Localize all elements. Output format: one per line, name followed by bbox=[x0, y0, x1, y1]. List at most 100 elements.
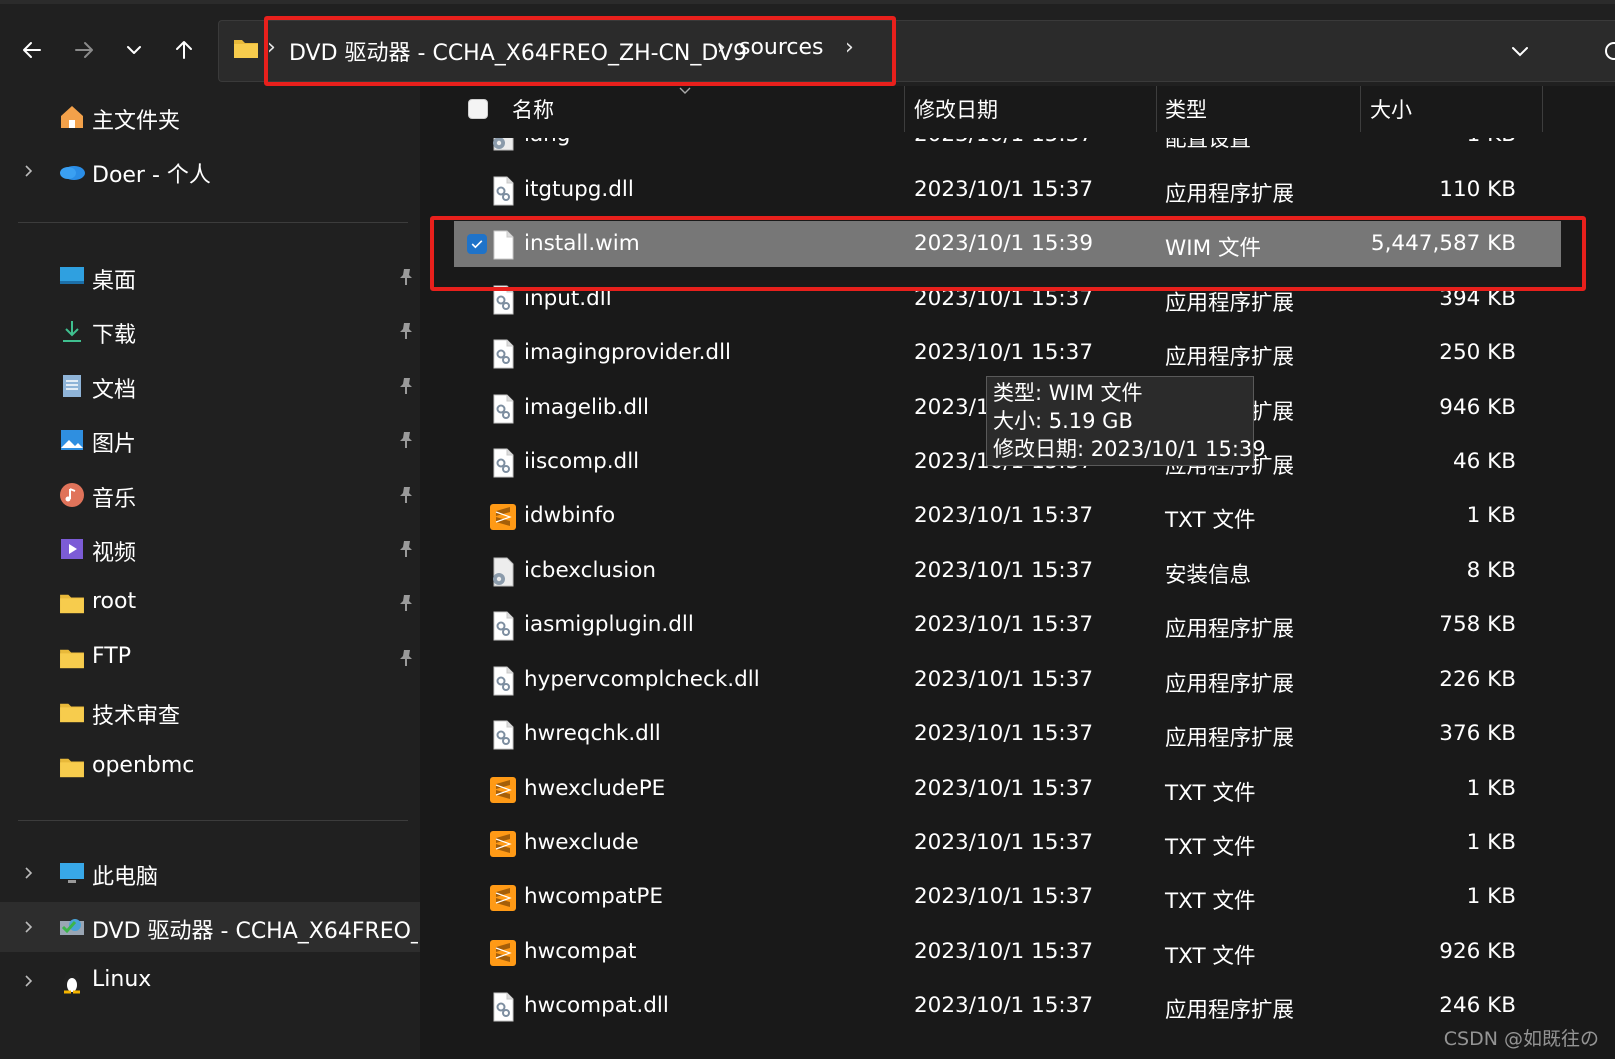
file-row[interactable]: hypervcomplcheck.dll 2023/10/1 15:37 应用程序扩… bbox=[420, 655, 1615, 711]
file-type: 应用程序扩展 bbox=[1165, 672, 1295, 697]
pin-icon[interactable] bbox=[396, 267, 416, 287]
column-header-size[interactable]: 大小 bbox=[1370, 94, 1412, 124]
file-type: 应用程序扩展 bbox=[1165, 998, 1295, 1023]
chevron-right-icon[interactable] bbox=[22, 920, 36, 934]
sidebar-item-dvd-drive[interactable]: DVD 驱动器 - CCHA_X64FREO_ZH-CN_DV9 bbox=[0, 902, 420, 952]
file-modified-date: 2023/10/1 15:37 bbox=[914, 776, 1094, 801]
pin-icon[interactable] bbox=[396, 648, 416, 668]
file-type: TXT 文件 bbox=[1165, 835, 1256, 860]
file-row[interactable]: icbexclusion 2023/10/1 15:37 安装信息 8 KB bbox=[420, 546, 1615, 602]
breadcrumb-dvd-drive[interactable]: DVD 驱动器 - CCHA_X64FREO_ZH-CN_DV9 bbox=[289, 35, 747, 67]
address-bar[interactable]: › DVD 驱动器 - CCHA_X64FREO_ZH-CN_DV9 › sou… bbox=[218, 20, 1615, 82]
sidebar-item-label: 主文件夹 bbox=[92, 109, 181, 134]
pin-icon[interactable] bbox=[396, 539, 416, 559]
column-header-modified[interactable]: 修改日期 bbox=[914, 94, 998, 124]
sidebar-item-quick-access[interactable]: 图片 bbox=[0, 415, 420, 465]
file-type: 应用程序扩展 bbox=[1165, 291, 1295, 316]
file-row-selected[interactable]: install.wim 2023/10/1 15:39 WIM 文件 5,447,58… bbox=[420, 219, 1615, 275]
sidebar-item-quick-access[interactable]: FTP bbox=[0, 633, 420, 683]
pin-icon[interactable] bbox=[396, 376, 416, 396]
arrow-right-icon bbox=[75, 42, 93, 58]
file-modified-date: 2023/10/1 15:37 bbox=[914, 286, 1094, 311]
file-modified-date: 2023/10/1 15:37 bbox=[914, 558, 1094, 583]
file-row[interactable]: itgtupg.dll 2023/10/1 15:37 应用程序扩展 110 KB bbox=[420, 165, 1615, 221]
sidebar-item-label: 下载 bbox=[92, 323, 137, 349]
chevron-right-icon[interactable] bbox=[22, 866, 36, 880]
sidebar-item-quick-access[interactable]: 技术审查 bbox=[0, 687, 420, 737]
sidebar-item-label: 视频 bbox=[92, 541, 137, 566]
pin-icon[interactable] bbox=[396, 485, 416, 505]
file-modified-date: 2023/10/1 15:37 bbox=[914, 939, 1094, 964]
sidebar-item-this-pc[interactable]: 此电脑 bbox=[0, 848, 420, 898]
file-row[interactable]: hwexcludePE 2023/10/1 15:37 TXT 文件 1 KB bbox=[420, 764, 1615, 820]
file-modified-date: 2023/10/1 15:37 bbox=[914, 667, 1094, 692]
file-row[interactable]: hwcompat 2023/10/1 15:37 TXT 文件 926 KB bbox=[420, 927, 1615, 983]
home-icon bbox=[58, 103, 86, 131]
pin-icon[interactable] bbox=[396, 593, 416, 613]
breadcrumb-separator: › bbox=[267, 35, 276, 60]
sidebar-item-quick-access[interactable]: 视频 bbox=[0, 524, 420, 574]
column-divider[interactable] bbox=[1360, 86, 1361, 132]
chevron-right-icon[interactable] bbox=[22, 164, 36, 178]
column-header: 名称 修改日期 类型 大小 bbox=[420, 86, 1615, 138]
sidebar-item-label: 图片 bbox=[92, 432, 137, 458]
forward-button[interactable] bbox=[66, 32, 102, 68]
refresh-icon[interactable] bbox=[1602, 39, 1615, 63]
sublime-text-icon bbox=[490, 829, 516, 859]
file-row[interactable]: iasmigplugin.dll 2023/10/1 15:37 应用程序扩展 758… bbox=[420, 600, 1615, 656]
sidebar-item-label: root bbox=[92, 589, 137, 615]
column-divider[interactable] bbox=[1156, 86, 1157, 132]
chevron-down-icon[interactable] bbox=[1508, 39, 1532, 63]
pin-icon[interactable] bbox=[396, 321, 416, 341]
file-type: TXT 文件 bbox=[1165, 889, 1256, 914]
sidebar-item-linux[interactable]: Linux bbox=[0, 956, 420, 1006]
sublime-text-icon bbox=[490, 775, 516, 805]
recent-locations-button[interactable] bbox=[116, 32, 152, 68]
file-row[interactable]: hwreqchk.dll 2023/10/1 15:37 应用程序扩展 376 KB bbox=[420, 709, 1615, 765]
document-icon bbox=[58, 372, 86, 400]
sidebar-item-quick-access[interactable]: 桌面 bbox=[0, 252, 420, 302]
sidebar-item-home[interactable]: 主文件夹 bbox=[0, 92, 420, 142]
breadcrumb-sources[interactable]: sources bbox=[739, 35, 824, 60]
cloud-icon bbox=[58, 157, 86, 185]
up-button[interactable] bbox=[166, 32, 202, 68]
dll-file-icon bbox=[490, 339, 516, 369]
file-size: 394 KB bbox=[1439, 286, 1516, 311]
file-row[interactable]: hwexclude 2023/10/1 15:37 TXT 文件 1 KB bbox=[420, 818, 1615, 874]
file-modified-date: 2023/10/1 15:37 bbox=[914, 830, 1094, 855]
arrow-left-icon bbox=[23, 42, 41, 58]
file-row[interactable]: hwcompat.dll 2023/10/1 15:37 应用程序扩展 246 KB bbox=[420, 981, 1615, 1037]
sidebar-item-quick-access[interactable]: 音乐 bbox=[0, 470, 420, 520]
sidebar-item-label: 技术审查 bbox=[92, 704, 181, 730]
sidebar-item-quick-access[interactable]: 文档 bbox=[0, 361, 420, 411]
tooltip-type: 类型: WIM 文件 bbox=[993, 381, 1143, 405]
navigation-bar: › DVD 驱动器 - CCHA_X64FREO_ZH-CN_DV9 › sou… bbox=[0, 0, 1615, 86]
file-name: idwbinfo bbox=[524, 503, 616, 528]
column-header-type[interactable]: 类型 bbox=[1165, 94, 1207, 124]
column-header-name[interactable]: 名称 bbox=[512, 94, 554, 124]
file-name: hwexcludePE bbox=[524, 776, 666, 801]
dll-file-icon bbox=[490, 611, 516, 641]
sidebar-item-quick-access[interactable]: openbmc bbox=[0, 742, 420, 792]
file-row[interactable]: input.dll 2023/10/1 15:37 应用程序扩展 394 KB bbox=[420, 274, 1615, 330]
sidebar-item-quick-access[interactable]: 下载 bbox=[0, 306, 420, 356]
sidebar-item-onedrive[interactable]: Doer - 个人 bbox=[0, 146, 420, 196]
sidebar-item-quick-access[interactable]: root bbox=[0, 578, 420, 628]
back-button[interactable] bbox=[14, 32, 50, 68]
divider bbox=[18, 222, 408, 223]
chevron-right-icon[interactable] bbox=[22, 974, 36, 988]
row-checkbox[interactable] bbox=[467, 234, 487, 254]
file-type: 应用程序扩展 bbox=[1165, 726, 1295, 751]
pin-icon[interactable] bbox=[396, 430, 416, 450]
file-row[interactable]: hwcompatPE 2023/10/1 15:37 TXT 文件 1 KB bbox=[420, 872, 1615, 928]
select-all-checkbox[interactable] bbox=[468, 99, 488, 119]
tooltip-modified: 修改日期: 2023/10/1 15:39 bbox=[993, 437, 1266, 461]
file-size: 1 KB bbox=[1466, 776, 1516, 801]
file-size: 246 KB bbox=[1439, 993, 1516, 1018]
file-modified-date: 2023/10/1 15:37 bbox=[914, 884, 1094, 909]
file-row[interactable]: idwbinfo 2023/10/1 15:37 TXT 文件 1 KB bbox=[420, 491, 1615, 547]
file-type: WIM 文件 bbox=[1165, 236, 1261, 261]
column-divider[interactable] bbox=[904, 86, 905, 132]
file-name: imagingprovider.dll bbox=[524, 340, 732, 365]
column-divider[interactable] bbox=[1542, 86, 1543, 132]
